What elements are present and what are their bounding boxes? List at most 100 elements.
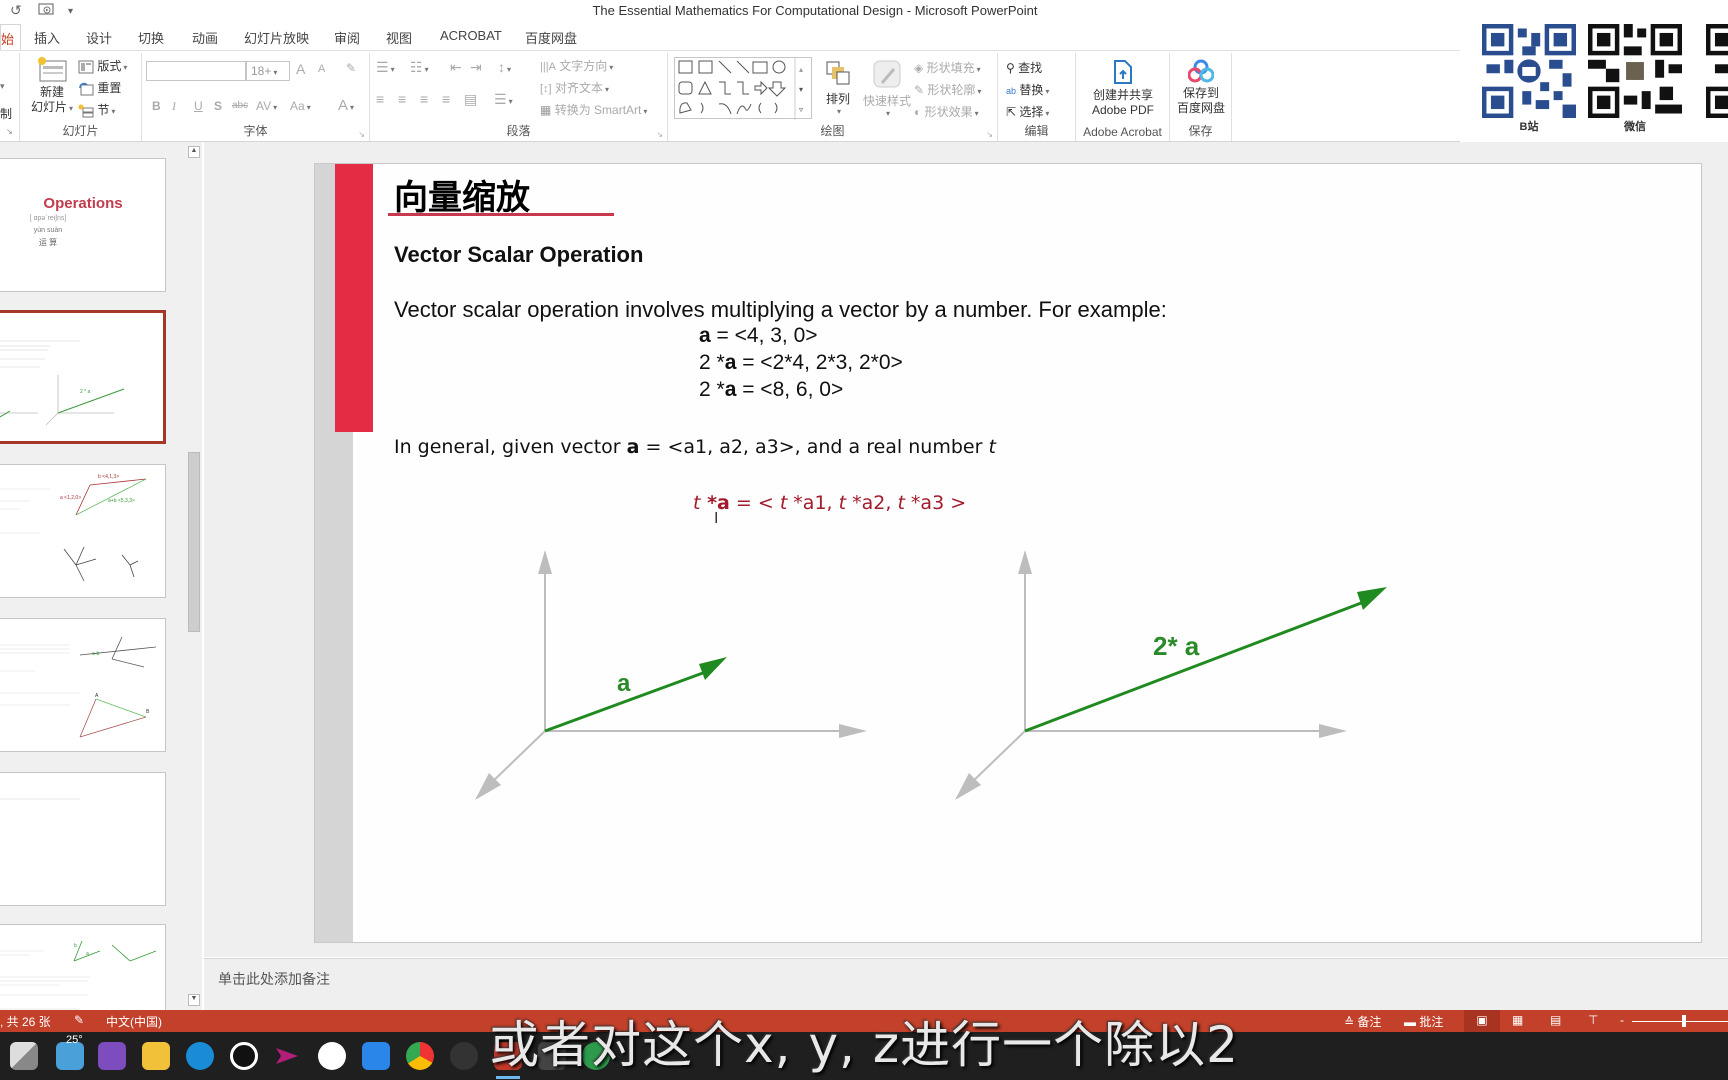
shrink-font-button[interactable]: A [318, 63, 325, 75]
visual-studio-icon[interactable] [98, 1042, 126, 1070]
reading-view-button[interactable]: ▤ [1550, 1013, 1561, 1027]
distributed-button[interactable]: ▤ [464, 91, 477, 108]
tab-view[interactable]: 视图 [386, 28, 412, 47]
section-button[interactable]: 节 ▾ [78, 101, 115, 118]
font-color-button[interactable]: A ▾ [338, 97, 354, 114]
font-name-input[interactable] [146, 61, 246, 81]
bullets-button[interactable]: ☰ ▾ [376, 59, 395, 76]
spell-check-icon[interactable]: ✎ [74, 1013, 84, 1027]
slideshow-button[interactable]: ⊤ [1588, 1013, 1598, 1027]
notes-toggle-button[interactable]: ≙ 备注 [1344, 1013, 1381, 1030]
shapes-gallery[interactable]: ▴ ▾ ▿ [674, 57, 812, 120]
scroll-up-button[interactable]: ▲ [188, 146, 200, 158]
shape-outline-button[interactable]: ✎ 形状轮廓 ▾ [914, 81, 981, 98]
example-line[interactable]: a = <4, 3, 0> [699, 324, 818, 348]
zoom-out-button[interactable]: - [1620, 1013, 1624, 1027]
slide-thumbnail[interactable]: b <4,1,3> a <1,2,0> a+b <5,3,3> [0, 464, 166, 598]
notes-pane[interactable]: 单击此处添加备注 [204, 958, 1728, 1010]
task-view-icon[interactable] [10, 1042, 38, 1070]
align-text-button[interactable]: [↕] 对齐文本 ▾ [540, 79, 609, 96]
tab-insert[interactable]: 插入 [34, 28, 60, 47]
tab-acrobat[interactable]: ACROBAT [440, 28, 502, 43]
drawing-dialog-launcher-icon[interactable]: ↘ [986, 130, 993, 139]
slide-title[interactable]: 向量缩放 [394, 170, 530, 219]
text-direction-button[interactable]: |||A 文字方向 ▾ [540, 57, 613, 74]
text-shadow-button[interactable]: S [214, 99, 222, 113]
language-indicator[interactable]: 中文(中国) [106, 1013, 162, 1030]
arrange-button[interactable]: 排列 ▾ [820, 59, 856, 116]
dialog-launcher-icon[interactable]: ↘ [6, 127, 13, 136]
paragraph-dialog-launcher-icon[interactable]: ↘ [656, 130, 663, 139]
align-left-button[interactable]: ≡ [376, 91, 384, 107]
mail-app-icon[interactable] [362, 1042, 390, 1070]
shape-fill-button[interactable]: ◈ 形状填充 ▾ [914, 59, 981, 76]
numbering-button[interactable]: ☷ ▾ [410, 59, 429, 76]
find-button[interactable]: ⚲ 查找 [1006, 59, 1042, 76]
slide-canvas[interactable]: 向量缩放 Vector Scalar Operation Vector scal… [314, 163, 1702, 943]
create-share-pdf-button[interactable]: 创建并共享 Adobe PDF [1080, 59, 1166, 118]
decrease-indent-button[interactable]: ⇤ [450, 59, 462, 76]
replace-button[interactable]: ab 替换 ▾ [1006, 81, 1049, 98]
character-spacing-button[interactable]: AV ▾ [256, 99, 277, 113]
increase-indent-button[interactable]: ⇥ [470, 59, 482, 76]
slide-thumbnail[interactable]: a-b A B [0, 618, 166, 752]
weather-icon[interactable] [56, 1042, 84, 1070]
slide-thumbnail[interactable]: b a [0, 924, 166, 1024]
obs-icon[interactable] [450, 1042, 478, 1070]
format-painter-label[interactable]: 制 [0, 105, 12, 122]
zoom-slider-handle[interactable] [1682, 1015, 1686, 1027]
tab-animations[interactable]: 动画 [192, 28, 218, 47]
example-line[interactable]: 2 *a = <8, 6, 0> [699, 378, 843, 402]
save-to-baidu-button[interactable]: 保存到 百度网盘 [1172, 59, 1230, 116]
example-line[interactable]: 2 *a = <2*4, 2*3, 2*0> [699, 351, 903, 375]
feishu-icon[interactable] [318, 1042, 346, 1070]
general-statement[interactable]: In general, given vector a = <a1, a2, a3… [394, 436, 996, 458]
tab-baidu-netdisk[interactable]: 百度网盘 [525, 28, 577, 47]
align-center-button[interactable]: ≡ [398, 91, 406, 107]
italic-button[interactable]: I [172, 99, 176, 114]
strikethrough-button[interactable]: abc [232, 100, 248, 111]
bold-button[interactable]: B [152, 99, 161, 113]
tab-design[interactable]: 设计 [86, 28, 112, 47]
tab-home[interactable]: 始 [0, 24, 22, 52]
scroll-down-button[interactable]: ▼ [188, 994, 200, 1006]
tab-slideshow[interactable]: 幻灯片放映 [244, 28, 309, 47]
thumbnail-scrollbar[interactable]: ▲ ▼ [186, 142, 202, 1010]
powerpoint-icon[interactable] [494, 1042, 522, 1070]
tab-review[interactable]: 审阅 [334, 28, 360, 47]
layout-button[interactable]: 版式 ▾ [78, 57, 127, 74]
font-size-input[interactable]: 18+ ▾ [246, 61, 290, 81]
line-spacing-button[interactable]: ↕ ▾ [498, 59, 511, 75]
convert-smartart-button[interactable]: ▦ 转换为 SmartArt ▾ [540, 101, 647, 118]
paste-dropdown-icon[interactable]: ▾ [0, 81, 5, 92]
slide-thumbnail[interactable] [0, 772, 166, 906]
normal-view-button[interactable]: ▣ [1464, 1010, 1500, 1032]
qq-icon[interactable] [230, 1042, 258, 1070]
slide-subtitle[interactable]: Vector Scalar Operation [394, 242, 643, 268]
new-slide-button[interactable]: 新建 幻灯片 ▾ [30, 55, 74, 116]
app-icon[interactable] [538, 1042, 566, 1070]
justify-button[interactable]: ≡ [442, 91, 450, 107]
edge-browser-icon[interactable] [186, 1042, 214, 1070]
slide-sorter-button[interactable]: ▦ [1512, 1013, 1523, 1027]
slide-thumbnail[interactable]: Operations [ ɑpəˈreiʃns] yùn suàn 运 算 [0, 158, 166, 292]
clear-formatting-icon[interactable]: ✎ [346, 61, 356, 75]
underline-button[interactable]: U [194, 99, 203, 113]
chrome-icon[interactable] [406, 1042, 434, 1070]
change-case-button[interactable]: Aa ▾ [290, 99, 311, 113]
comments-button[interactable]: ▬ 批注 [1404, 1013, 1443, 1030]
scroll-thumb[interactable] [188, 452, 200, 632]
slide-intro-text[interactable]: Vector scalar operation involves multipl… [394, 297, 1167, 323]
columns-button[interactable]: ☰ ▾ [494, 91, 513, 108]
tab-transitions[interactable]: 切换 [138, 28, 164, 47]
wechat-icon[interactable] [582, 1042, 610, 1070]
paper-plane-icon[interactable] [272, 1042, 300, 1070]
notes-placeholder[interactable]: 单击此处添加备注 [218, 969, 330, 989]
slide-thumbnail-selected[interactable]: 2 * a [0, 310, 166, 444]
grow-font-button[interactable]: A [296, 61, 305, 77]
file-explorer-icon[interactable] [142, 1042, 170, 1070]
quick-styles-button[interactable]: 快速样式 ▾ [862, 59, 912, 118]
scalar-formula[interactable]: t *a = < t *a1, t *a2, t *a3 > [693, 492, 966, 514]
align-right-button[interactable]: ≡ [420, 91, 428, 107]
select-button[interactable]: ⇱ 选择 ▾ [1006, 103, 1049, 120]
